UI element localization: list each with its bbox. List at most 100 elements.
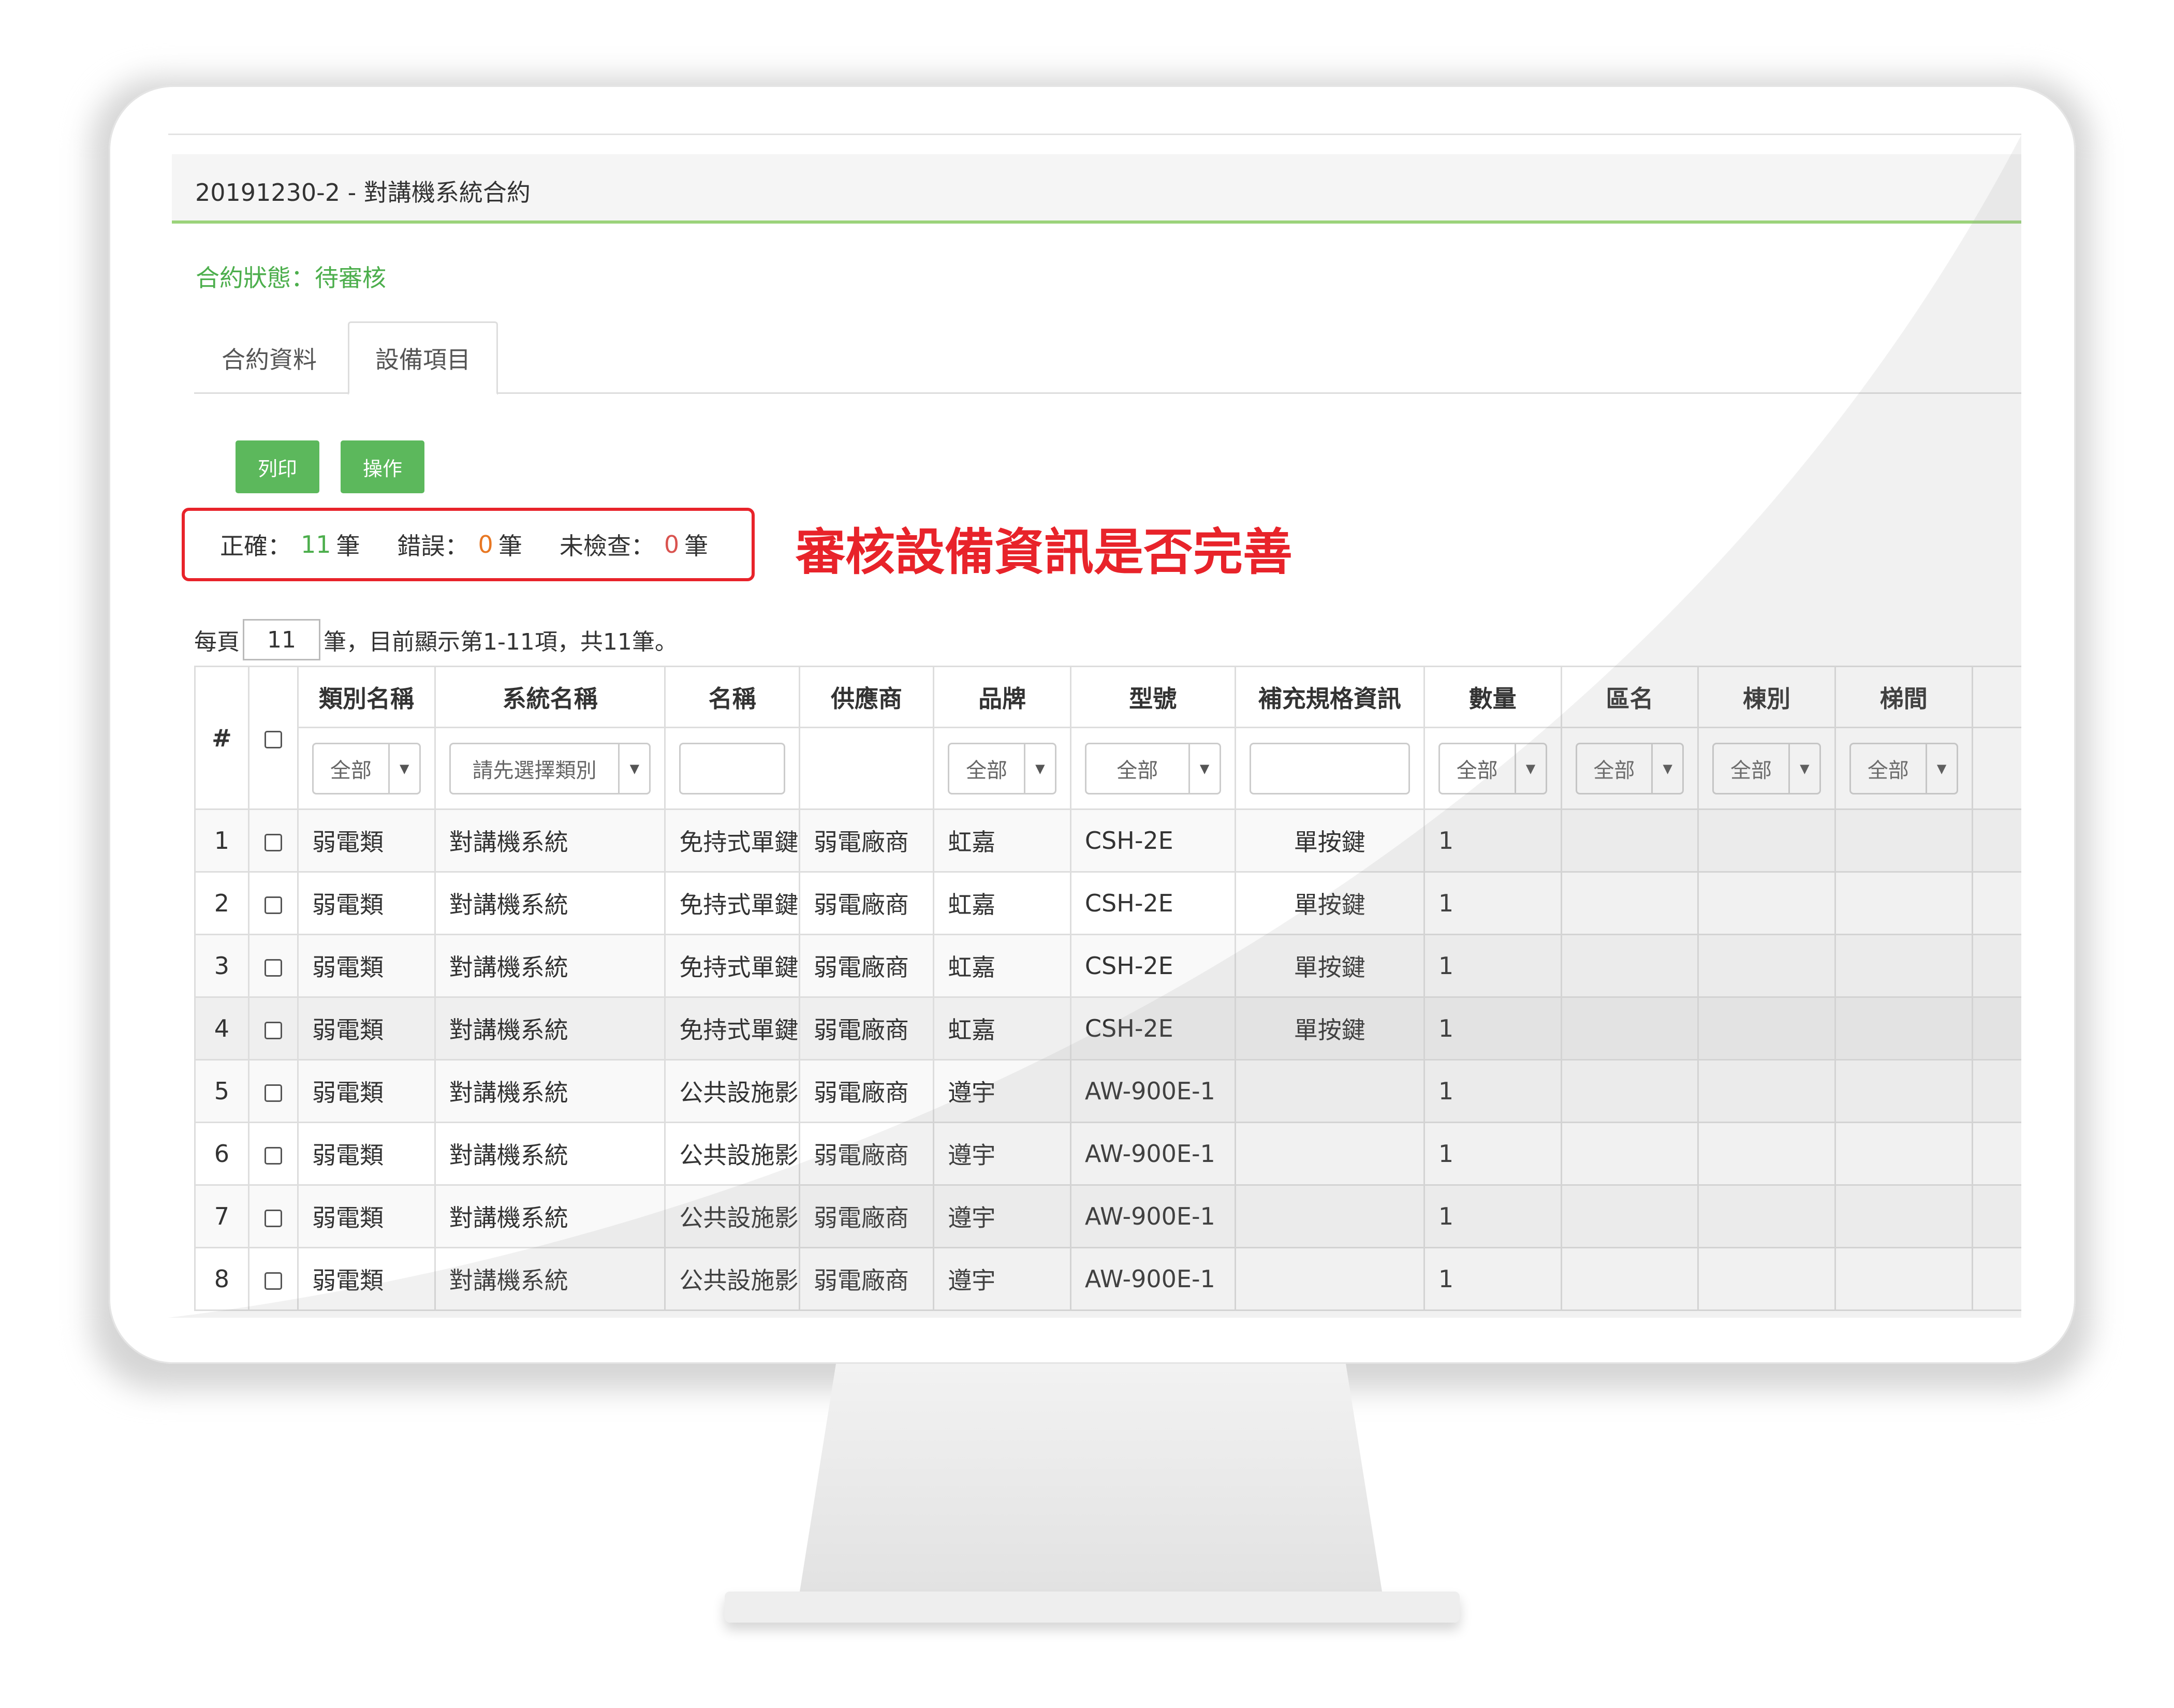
col-brand[interactable]: 品牌 — [933, 666, 1071, 728]
row-supplier: 弱電廠商 — [798, 1122, 935, 1186]
per-page-input[interactable]: 11 — [243, 619, 320, 660]
row-quantity: 1 — [1423, 808, 1562, 873]
row-checkbox[interactable] — [264, 1021, 282, 1039]
filter-spec-input[interactable] — [1249, 742, 1410, 794]
col-spec[interactable]: 補充規格資訊 — [1234, 666, 1425, 728]
tab-equipment-items[interactable]: 設備項目 — [348, 321, 498, 395]
row-system: 對講機系統 — [434, 1122, 666, 1186]
row-overflow — [1971, 871, 2021, 935]
row-supplier: 弱電廠商 — [798, 1059, 935, 1123]
row-brand: 遵宇 — [933, 1059, 1071, 1123]
row-system: 對講機系統 — [434, 808, 666, 873]
chevron-down-icon: ▼ — [1188, 744, 1220, 793]
table-row[interactable]: 5 弱電類 對講機系統 公共設施影像對講機 弱電廠商 遵宇 AW-900E-1 … — [194, 1059, 2021, 1123]
filter-model-select[interactable]: 全部 ▼ — [1084, 742, 1221, 794]
row-building — [1697, 1247, 1836, 1311]
row-supplier: 弱電廠商 — [798, 871, 935, 935]
row-building — [1697, 808, 1836, 873]
table-row[interactable]: 8 弱電類 對講機系統 公共設施影像對講機 弱電廠商 遵宇 AW-900E-1 … — [194, 1247, 2021, 1311]
operate-button[interactable]: 操作 — [341, 440, 424, 493]
col-category[interactable]: 類別名稱 — [297, 666, 436, 728]
filter-quantity-select[interactable]: 全部 ▼ — [1438, 742, 1547, 794]
page-header: 20191230-2 - 對講機系統合約 — [172, 154, 2021, 224]
col-area[interactable]: 區名 — [1560, 666, 1699, 728]
row-stair — [1834, 808, 1973, 873]
row-system: 對講機系統 — [434, 1059, 666, 1123]
per-page-prefix: 每頁 — [194, 629, 240, 655]
col-quantity[interactable]: 數量 — [1423, 666, 1562, 728]
filter-name-input[interactable] — [679, 742, 785, 794]
row-select — [247, 934, 299, 998]
chevron-down-icon: ▼ — [388, 744, 419, 793]
row-checkbox[interactable] — [264, 1084, 282, 1102]
row-area — [1560, 808, 1699, 873]
row-model: CSH-2E — [1069, 808, 1236, 873]
row-spec — [1234, 1122, 1425, 1186]
row-index: 2 — [194, 871, 249, 935]
row-checkbox[interactable] — [264, 959, 282, 977]
row-category: 弱電類 — [297, 1059, 436, 1123]
table-row[interactable]: 6 弱電類 對講機系統 公共設施影像對講機 弱電廠商 遵宇 AW-900E-1 … — [194, 1122, 2021, 1186]
table-row[interactable]: 1 弱電類 對講機系統 免持式單鍵對講機 弱電廠商 虹嘉 CSH-2E 單按鍵 … — [194, 808, 2021, 873]
filter-model-cell: 全部 ▼ — [1069, 727, 1236, 810]
col-model[interactable]: 型號 — [1069, 666, 1236, 728]
filter-stair-select[interactable]: 全部 ▼ — [1849, 742, 1958, 794]
row-name: 公共設施影像對講機 — [664, 1184, 800, 1248]
row-quantity: 1 — [1423, 871, 1562, 935]
table-row[interactable]: 3 弱電類 對講機系統 免持式單鍵對講機 弱電廠商 虹嘉 CSH-2E 單按鍵 … — [194, 934, 2021, 998]
row-system: 對講機系統 — [434, 871, 666, 935]
filter-system-select[interactable]: 請先選擇類別 ▼ — [449, 742, 651, 794]
row-overflow — [1971, 1122, 2021, 1186]
row-spec: 單按鍵 — [1234, 808, 1425, 873]
row-overflow — [1971, 934, 2021, 998]
row-checkbox[interactable] — [264, 1146, 282, 1165]
tab-contract-info[interactable]: 合約資料 — [194, 321, 344, 395]
filter-area-select[interactable]: 全部 ▼ — [1575, 742, 1684, 794]
correct-unit: 筆 — [336, 532, 360, 560]
col-system[interactable]: 系統名稱 — [434, 666, 666, 728]
print-button[interactable]: 列印 — [236, 440, 319, 493]
filter-building-select[interactable]: 全部 ▼ — [1712, 742, 1821, 794]
table-row[interactable]: 2 弱電類 對講機系統 免持式單鍵對講機 弱電廠商 虹嘉 CSH-2E 單按鍵 … — [194, 871, 2021, 935]
row-building — [1697, 934, 1836, 998]
row-stair — [1834, 871, 1973, 935]
row-quantity: 1 — [1423, 1184, 1562, 1248]
table-row[interactable]: 4 弱電類 對講機系統 免持式單鍵對講機 弱電廠商 虹嘉 CSH-2E 單按鍵 … — [194, 996, 2021, 1061]
col-building[interactable]: 棟別 — [1697, 666, 1836, 728]
row-index: 1 — [194, 808, 249, 873]
row-stair — [1834, 934, 1973, 998]
row-model: CSH-2E — [1069, 996, 1236, 1061]
row-name: 免持式單鍵對講機 — [664, 996, 800, 1061]
row-checkbox[interactable] — [264, 833, 282, 851]
row-index: 7 — [194, 1184, 249, 1248]
chevron-down-icon: ▼ — [1651, 744, 1682, 793]
table-row[interactable]: 7 弱電類 對講機系統 公共設施影像對講機 弱電廠商 遵宇 AW-900E-1 … — [194, 1184, 2021, 1248]
row-model: CSH-2E — [1069, 934, 1236, 998]
row-quantity: 1 — [1423, 934, 1562, 998]
row-checkbox[interactable] — [264, 896, 282, 914]
chevron-down-icon: ▼ — [618, 744, 649, 793]
error-count: 0 — [478, 531, 493, 558]
row-overflow — [1971, 1059, 2021, 1123]
row-brand: 虹嘉 — [933, 808, 1071, 873]
row-spec — [1234, 1247, 1425, 1311]
monitor-stand-neck — [800, 1364, 1382, 1592]
select-all-checkbox[interactable] — [264, 731, 282, 748]
row-system: 對講機系統 — [434, 934, 666, 998]
row-select — [247, 1059, 299, 1123]
row-area — [1560, 934, 1699, 998]
row-category: 弱電類 — [297, 996, 436, 1061]
col-name[interactable]: 名稱 — [664, 666, 800, 728]
row-select — [247, 1184, 299, 1248]
row-checkbox[interactable] — [264, 1272, 282, 1290]
col-stair[interactable]: 梯間 — [1834, 666, 1973, 728]
filter-category-select[interactable]: 全部 ▼ — [312, 742, 421, 794]
unchecked-count: 0 — [664, 531, 680, 558]
row-checkbox[interactable] — [264, 1209, 282, 1227]
row-building — [1697, 996, 1836, 1061]
row-area — [1560, 1184, 1699, 1248]
col-supplier[interactable]: 供應商 — [798, 666, 935, 728]
row-category: 弱電類 — [297, 1184, 436, 1248]
unchecked-unit: 筆 — [684, 532, 709, 560]
filter-brand-select[interactable]: 全部 ▼ — [948, 742, 1056, 794]
